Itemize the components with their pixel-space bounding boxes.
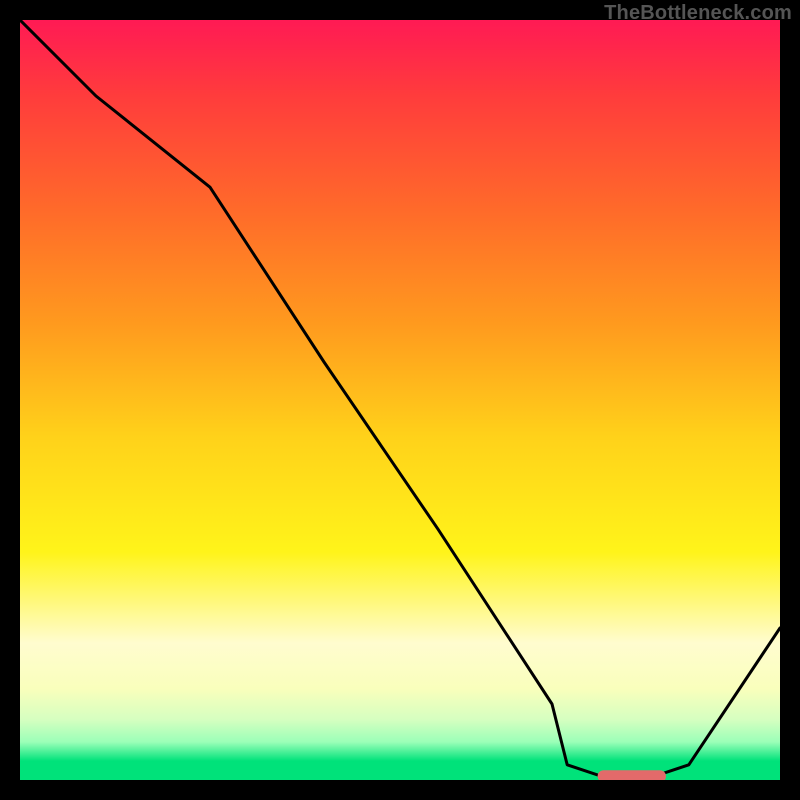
chart-canvas: TheBottleneck.com bbox=[0, 0, 800, 800]
bottleneck-curve bbox=[20, 20, 780, 780]
watermark-text: TheBottleneck.com bbox=[604, 2, 792, 25]
optimal-range-marker bbox=[20, 20, 780, 780]
plot-area bbox=[20, 20, 780, 780]
